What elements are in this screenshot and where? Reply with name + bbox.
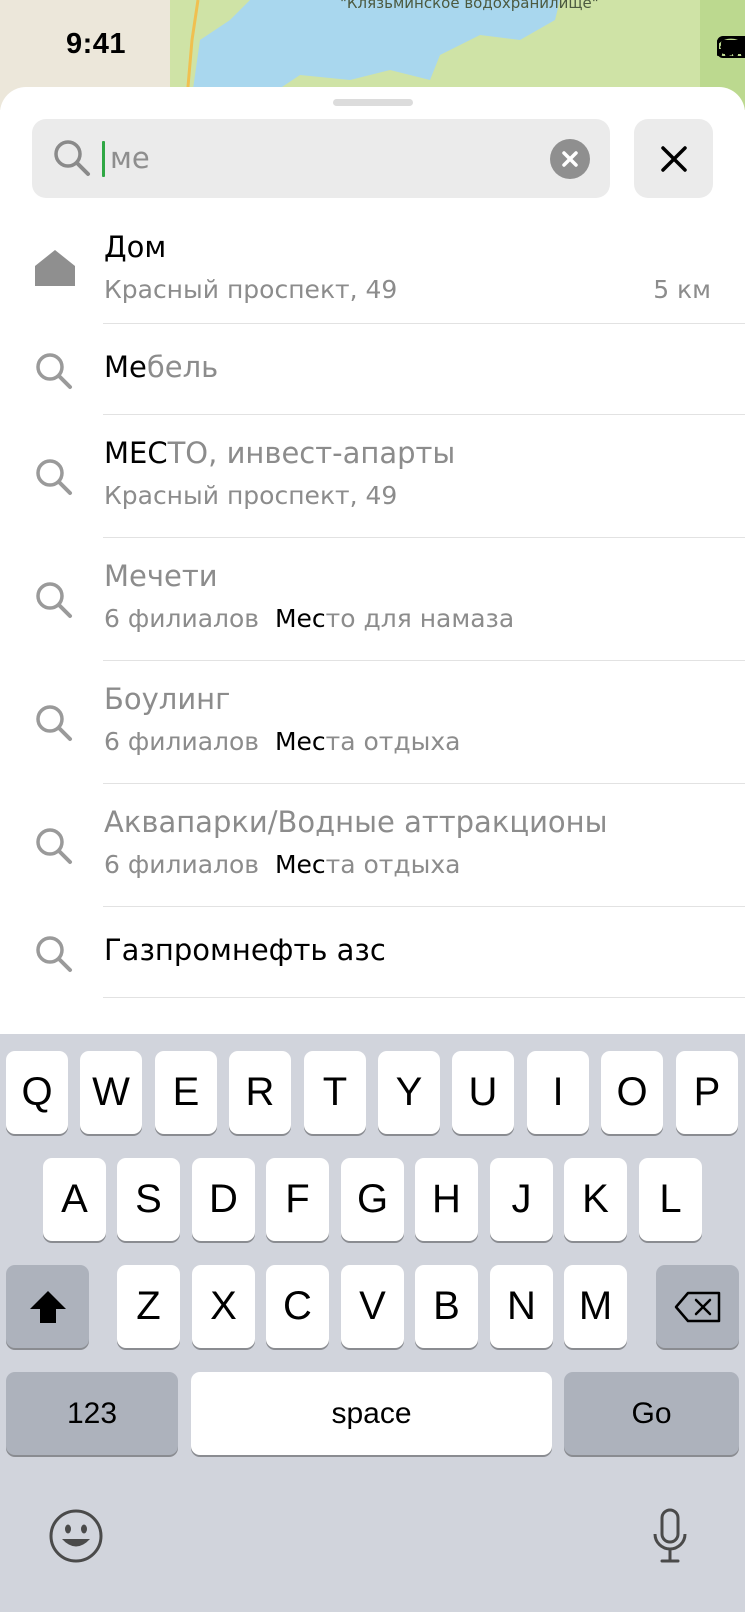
search-icon xyxy=(36,353,72,389)
key-p[interactable]: P xyxy=(676,1051,738,1134)
result-title-rest: бель xyxy=(146,350,219,384)
backspace-key[interactable] xyxy=(656,1265,739,1348)
shift-key[interactable] xyxy=(6,1265,89,1348)
key-l[interactable]: L xyxy=(639,1158,702,1241)
key-n[interactable]: N xyxy=(490,1265,553,1348)
search-icon xyxy=(54,140,90,176)
key-d[interactable]: D xyxy=(192,1158,255,1241)
result-place[interactable]: МЕСТО, инвест-апарты Красный проспект, 4… xyxy=(0,415,745,538)
result-title-rest: Аквапарки/Водные аттракционы xyxy=(104,805,608,839)
key-k[interactable]: K xyxy=(564,1158,627,1241)
result-branches: 6 филиалов xyxy=(104,604,260,633)
result-suggestion[interactable]: Газпромнефть азс xyxy=(0,907,745,998)
key-v[interactable]: V xyxy=(341,1265,404,1348)
result-title-bold: Дом xyxy=(104,230,167,264)
result-subtitle: та отдыха xyxy=(325,850,461,879)
result-title-bold: Ме xyxy=(104,350,147,384)
result-title-bold: МЕС xyxy=(104,436,168,470)
key-q[interactable]: Q xyxy=(6,1051,68,1134)
key-y[interactable]: Y xyxy=(378,1051,440,1134)
search-icon xyxy=(36,828,72,864)
backspace-icon xyxy=(674,1291,720,1322)
key-u[interactable]: U xyxy=(452,1051,514,1134)
status-time: 9:41 xyxy=(66,28,127,60)
key-w[interactable]: W xyxy=(80,1051,142,1134)
key-o[interactable]: O xyxy=(601,1051,663,1134)
text-caret xyxy=(102,141,105,177)
keyboard: Q W E R T Y U I O P A S D F G H J K L Z … xyxy=(0,1034,745,1612)
space-key[interactable]: space xyxy=(191,1372,552,1455)
result-branches: 6 филиалов xyxy=(104,727,260,756)
results-list: Дом Красный проспект, 49 5 км Мебель МЕС… xyxy=(0,220,745,998)
result-suggestion[interactable]: Мебель xyxy=(0,324,745,415)
clear-icon xyxy=(562,151,578,167)
result-category[interactable]: Аквапарки/Водные аттракционы 6 филиалов … xyxy=(0,784,745,907)
result-subtitle-bold: Мес xyxy=(274,727,326,756)
key-j[interactable]: J xyxy=(490,1158,553,1241)
result-title-rest: Боулинг xyxy=(104,682,231,716)
key-c[interactable]: C xyxy=(266,1265,329,1348)
go-key[interactable]: Go xyxy=(564,1372,739,1455)
key-z[interactable]: Z xyxy=(117,1265,180,1348)
result-branches: 6 филиалов xyxy=(104,850,260,879)
key-s[interactable]: S xyxy=(117,1158,180,1241)
result-subtitle: то для намаза xyxy=(325,604,515,633)
key-a[interactable]: A xyxy=(43,1158,106,1241)
sheet-grabber[interactable] xyxy=(333,99,413,106)
key-m[interactable]: M xyxy=(564,1265,627,1348)
result-category[interactable]: Боулинг 6 филиалов Места отдыха xyxy=(0,661,745,784)
key-t[interactable]: T xyxy=(304,1051,366,1134)
key-i[interactable]: I xyxy=(527,1051,589,1134)
result-distance: 5 км xyxy=(653,275,711,304)
microphone-icon[interactable] xyxy=(652,1508,688,1564)
result-subtitle: Красный проспект, 49 xyxy=(104,481,398,510)
map-label: "Клязьминское водохранилище" xyxy=(340,0,599,12)
emoji-icon[interactable] xyxy=(48,1508,104,1564)
clear-search-button[interactable] xyxy=(550,139,590,179)
key-x[interactable]: X xyxy=(192,1265,255,1348)
result-title-bold: Газпромнефть азс xyxy=(104,933,386,967)
shift-icon xyxy=(29,1290,66,1323)
result-subtitle: Красный проспект, 49 xyxy=(104,275,398,304)
key-e[interactable]: E xyxy=(155,1051,217,1134)
result-subtitle-bold: Мес xyxy=(274,604,326,633)
result-title-rest: Мечети xyxy=(104,559,218,593)
battery-icon xyxy=(717,36,745,58)
key-r[interactable]: R xyxy=(229,1051,291,1134)
close-icon xyxy=(660,145,687,172)
numbers-key[interactable]: 123 xyxy=(6,1372,178,1455)
result-title-rest: ТО, инвест-апарты xyxy=(167,436,456,470)
close-button[interactable] xyxy=(634,119,713,198)
result-home[interactable]: Дом Красный проспект, 49 5 км xyxy=(0,220,745,324)
key-f[interactable]: F xyxy=(266,1158,329,1241)
result-subtitle: та отдыха xyxy=(325,727,461,756)
search-input[interactable] xyxy=(110,135,550,181)
key-g[interactable]: G xyxy=(341,1158,404,1241)
divider xyxy=(103,997,745,998)
result-category[interactable]: Мечети 6 филиалов Место для намаза xyxy=(0,538,745,661)
result-subtitle-bold: Мес xyxy=(274,850,326,879)
search-bar[interactable] xyxy=(32,119,610,198)
search-icon xyxy=(36,705,72,741)
search-icon xyxy=(36,582,72,618)
key-b[interactable]: B xyxy=(415,1265,478,1348)
search-icon xyxy=(36,459,72,495)
home-icon xyxy=(35,250,75,286)
key-h[interactable]: H xyxy=(415,1158,478,1241)
search-icon xyxy=(36,936,72,972)
